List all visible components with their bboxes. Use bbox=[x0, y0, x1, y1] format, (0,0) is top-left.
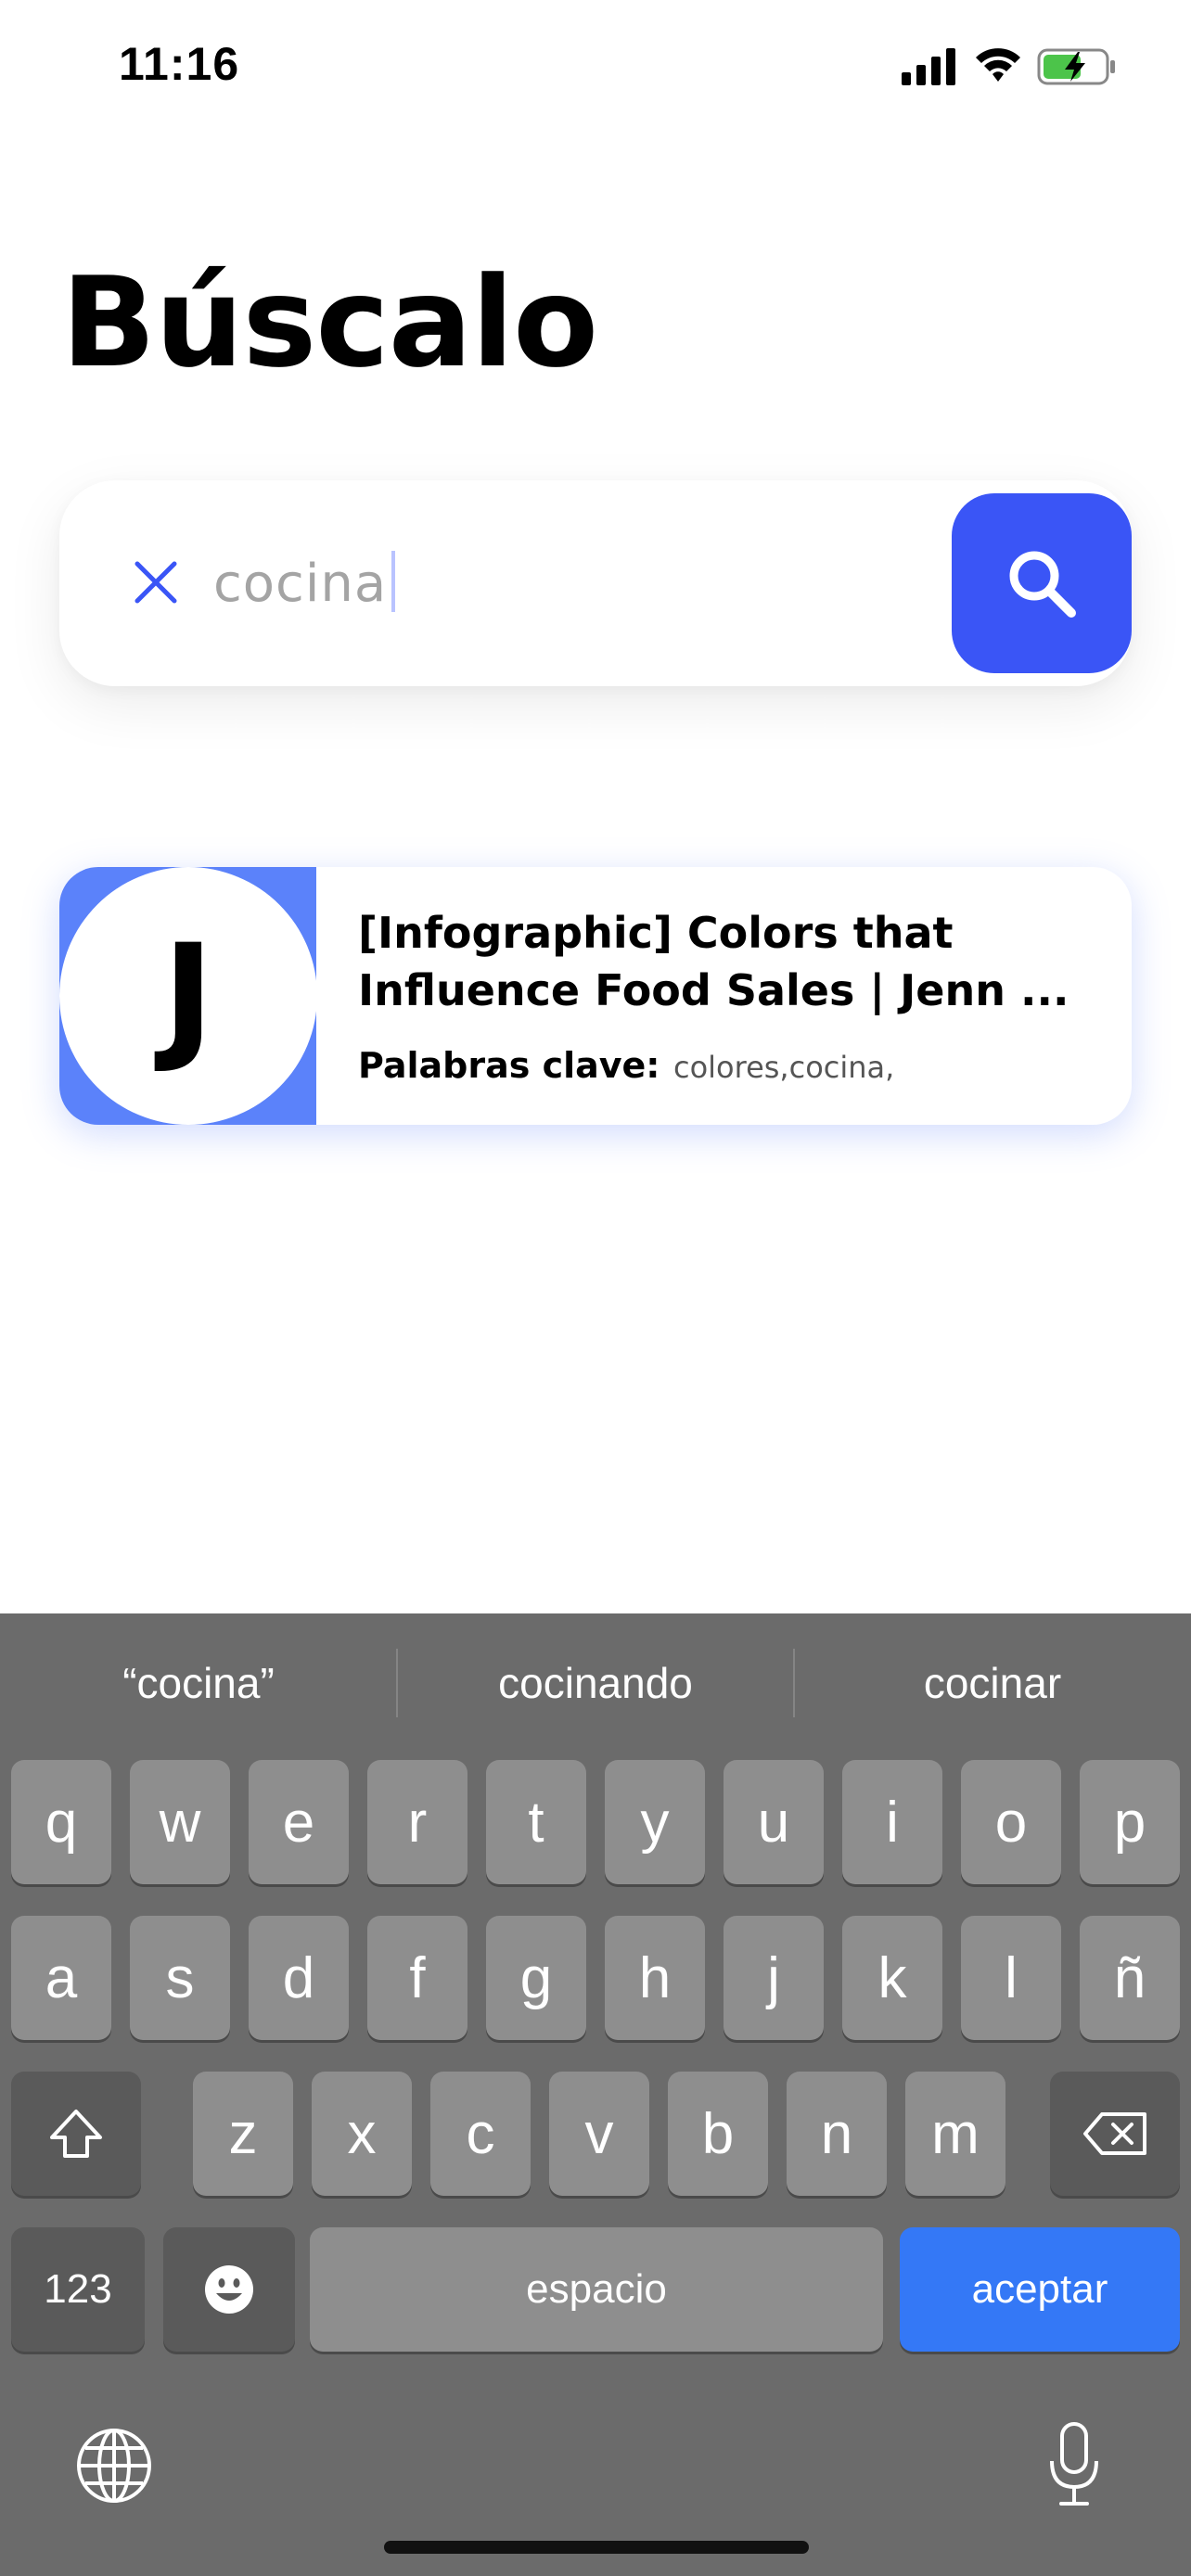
emoji-key[interactable] bbox=[163, 2227, 295, 2352]
suggestion-item[interactable]: cocinando bbox=[397, 1613, 794, 1753]
numbers-key[interactable]: 123 bbox=[11, 2227, 145, 2352]
key-r[interactable]: r bbox=[367, 1760, 467, 1884]
emoji-icon bbox=[205, 2265, 253, 2314]
keywords-value: colores,cocina, bbox=[672, 1050, 895, 1085]
key-p[interactable]: p bbox=[1080, 1760, 1180, 1884]
keyboard: “cocina” cocinando cocinar q w e r t y u… bbox=[0, 1613, 1191, 2576]
result-card[interactable]: J [Infographic] Colors that Influence Fo… bbox=[59, 867, 1132, 1125]
suggestion-item[interactable]: “cocina” bbox=[0, 1613, 397, 1753]
shift-key[interactable] bbox=[11, 2072, 141, 2196]
key-s[interactable]: s bbox=[130, 1916, 230, 2040]
key-i[interactable]: i bbox=[842, 1760, 942, 1884]
key-t[interactable]: t bbox=[486, 1760, 586, 1884]
backspace-icon bbox=[1083, 2112, 1146, 2155]
key-v[interactable]: v bbox=[549, 2072, 649, 2196]
key-u[interactable]: u bbox=[724, 1760, 824, 1884]
key-m[interactable]: m bbox=[905, 2072, 1005, 2196]
key-n[interactable]: n bbox=[787, 2072, 887, 2196]
key-j[interactable]: j bbox=[724, 1916, 824, 2040]
status-bar: 11:16 bbox=[0, 0, 1191, 130]
key-q[interactable]: q bbox=[11, 1760, 111, 1884]
globe-icon[interactable] bbox=[72, 2424, 156, 2507]
key-x[interactable]: x bbox=[312, 2072, 412, 2196]
search-button[interactable] bbox=[952, 493, 1132, 673]
key-a[interactable]: a bbox=[11, 1916, 111, 2040]
key-d[interactable]: d bbox=[249, 1916, 349, 2040]
delete-key[interactable] bbox=[1050, 2072, 1180, 2196]
keywords-row: Palabras clave: colores,cocina, bbox=[358, 1045, 894, 1086]
close-icon[interactable] bbox=[130, 556, 182, 608]
key-e[interactable]: e bbox=[249, 1760, 349, 1884]
page-title: Búscalo bbox=[61, 250, 598, 395]
battery-charging-icon bbox=[1037, 48, 1115, 85]
key-o[interactable]: o bbox=[961, 1760, 1061, 1884]
key-h[interactable]: h bbox=[605, 1916, 705, 2040]
microphone-icon[interactable] bbox=[1046, 2420, 1102, 2509]
cellular-signal-icon bbox=[902, 48, 955, 85]
key-b[interactable]: b bbox=[668, 2072, 768, 2196]
return-key[interactable]: aceptar bbox=[900, 2227, 1180, 2352]
space-key[interactable]: espacio bbox=[310, 2227, 883, 2352]
status-time: 11:16 bbox=[119, 38, 240, 90]
avatar-letter: J bbox=[162, 915, 214, 1077]
key-w[interactable]: w bbox=[130, 1760, 230, 1884]
avatar: J bbox=[59, 867, 317, 1125]
key-k[interactable]: k bbox=[842, 1916, 942, 2040]
home-indicator bbox=[384, 2541, 809, 2554]
text-caret bbox=[391, 551, 395, 612]
key-l[interactable]: l bbox=[961, 1916, 1061, 2040]
wifi-icon bbox=[976, 48, 1020, 82]
keywords-label: Palabras clave: bbox=[358, 1045, 660, 1086]
key-g[interactable]: g bbox=[486, 1916, 586, 2040]
key-f[interactable]: f bbox=[367, 1916, 467, 2040]
suggestion-bar: “cocina” cocinando cocinar bbox=[0, 1613, 1191, 1753]
key-z[interactable]: z bbox=[193, 2072, 293, 2196]
shift-arrow-icon bbox=[50, 2110, 102, 2158]
key-c[interactable]: c bbox=[430, 2072, 531, 2196]
search-icon bbox=[1009, 551, 1076, 618]
result-title: [Infographic] Colors that Influence Food… bbox=[358, 908, 1069, 1015]
suggestion-item[interactable]: cocinar bbox=[794, 1613, 1191, 1753]
key-n-tilde[interactable]: ñ bbox=[1080, 1916, 1180, 2040]
search-input[interactable] bbox=[213, 532, 955, 634]
key-y[interactable]: y bbox=[605, 1760, 705, 1884]
